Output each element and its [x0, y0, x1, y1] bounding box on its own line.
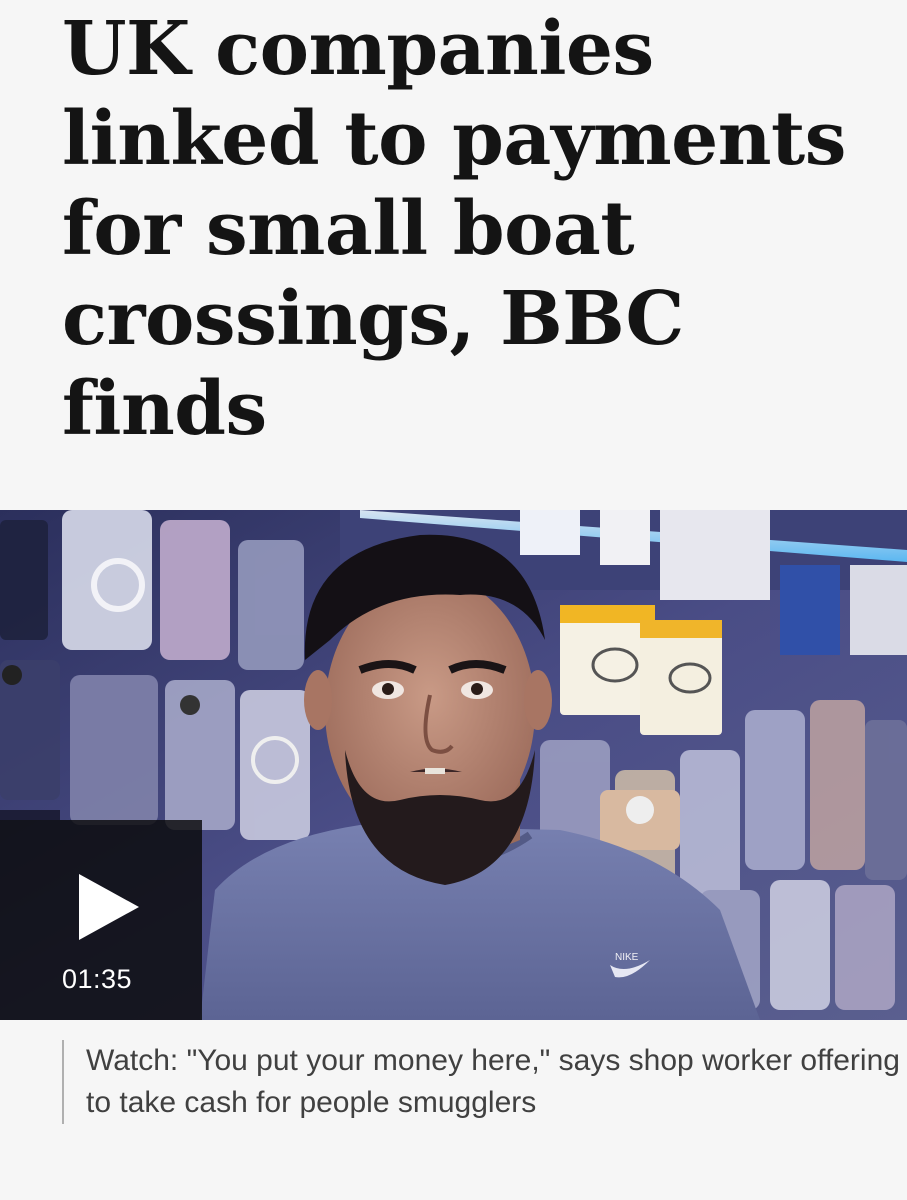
video-player[interactable]: NIKE 01:35 [0, 510, 907, 1020]
video-duration: 01:35 [62, 964, 133, 994]
headline-line: finds [62, 366, 267, 452]
play-button[interactable]: 01:35 [0, 820, 202, 1020]
video-caption: Watch: "You put your money here," says s… [86, 1044, 900, 1119]
headline-line: linked to payments [62, 96, 846, 182]
headline-line: crossings, BBC [62, 276, 684, 362]
headline-line: for small boat [62, 186, 635, 272]
shirt-logo-text: NIKE [615, 952, 639, 963]
headline: UK companies linked to payments for smal… [62, 4, 862, 454]
play-icon [79, 874, 139, 940]
video-caption-block: Watch: "You put your money here," says s… [62, 1040, 906, 1124]
headline-line: UK companies [62, 6, 654, 92]
